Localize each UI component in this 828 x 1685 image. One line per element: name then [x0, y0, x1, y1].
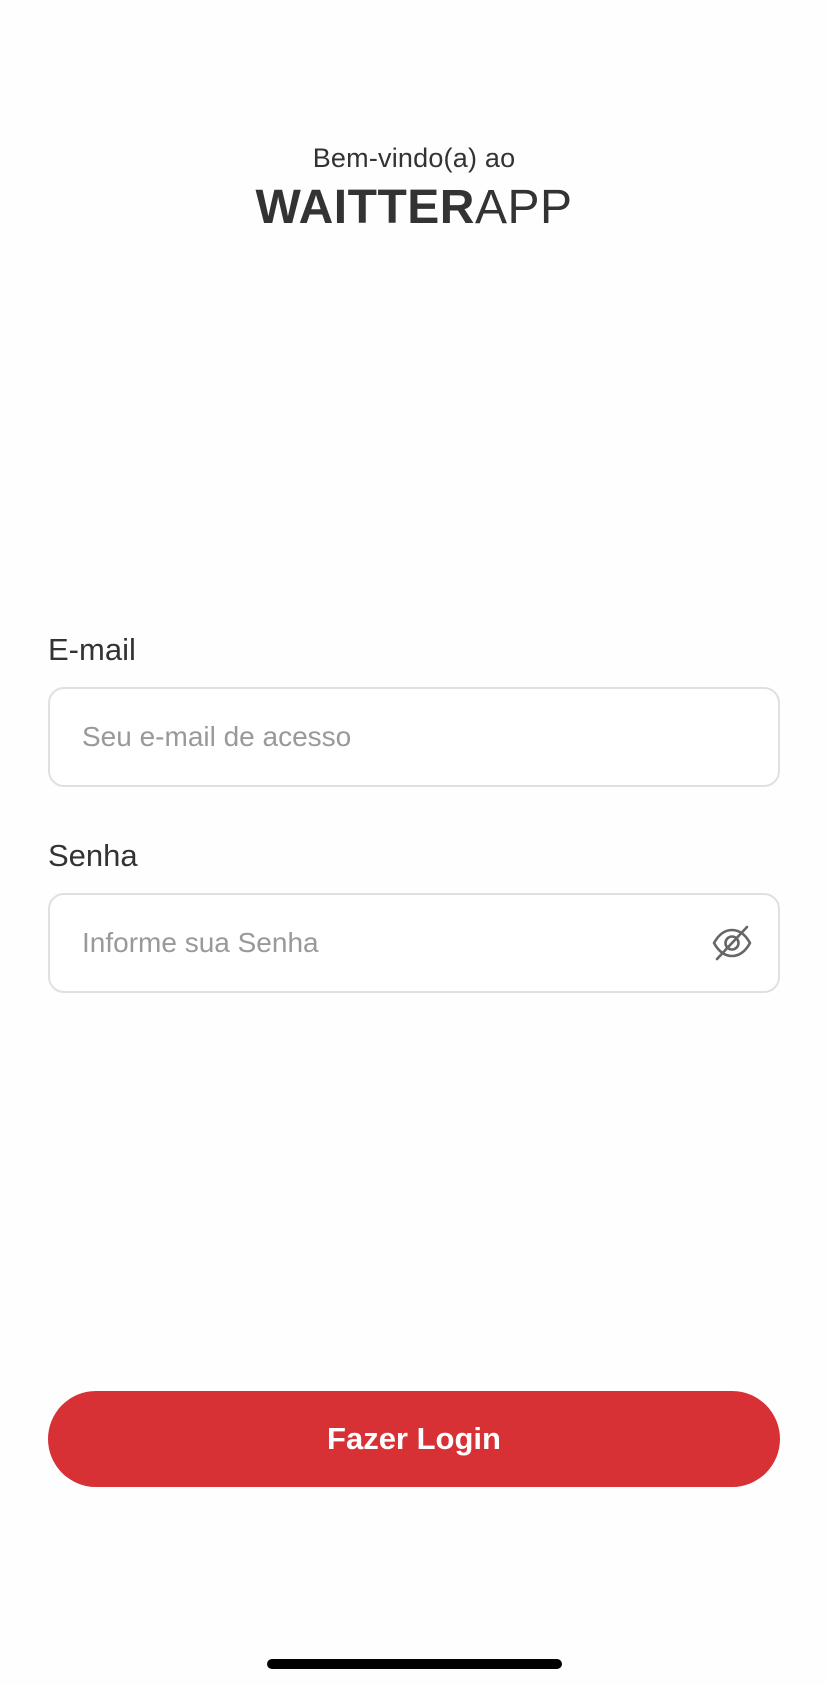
password-field[interactable]	[82, 895, 702, 991]
email-field[interactable]	[82, 689, 702, 785]
logo-light-part: APP	[474, 181, 573, 234]
login-button[interactable]: Fazer Login	[48, 1391, 780, 1487]
welcome-header: Bem-vindo(a) ao WAITTERAPP	[0, 138, 828, 238]
email-field-container	[48, 687, 780, 787]
logo-bold-part: WAITTER	[255, 181, 475, 234]
password-field-container	[48, 893, 780, 993]
eye-off-icon[interactable]	[710, 921, 754, 965]
password-label: Senha	[48, 838, 138, 873]
app-logo: WAITTERAPP	[0, 178, 828, 238]
email-label: E-mail	[48, 632, 136, 667]
welcome-text: Bem-vindo(a) ao	[312, 143, 516, 173]
home-indicator	[267, 1659, 562, 1669]
